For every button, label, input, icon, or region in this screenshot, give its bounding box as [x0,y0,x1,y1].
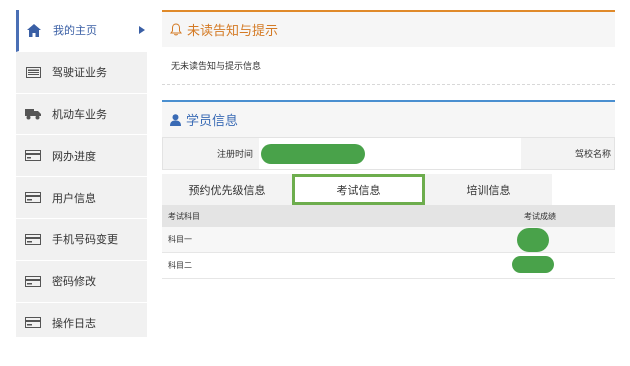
sidebar-item-label: 用户信息 [52,191,96,205]
tab-appointment-priority[interactable]: 预约优先级信息 [162,174,292,205]
notice-header: 未读告知与提示 [162,10,615,47]
sidebar-nav: 我的主页 驾驶证业务 机动车业务 网办进度 用户信息 手机号码变更 密码修改 操… [16,10,147,345]
sidebar-item-label: 密码修改 [52,275,96,289]
redaction-mark [512,256,554,273]
user-icon [170,113,182,126]
home-icon [26,23,42,37]
sidebar-item-log[interactable]: 操作日志 [16,303,147,345]
tab-exam-info[interactable]: 考试信息 [292,174,425,205]
reg-time-label: 注册时间 [163,138,259,169]
card-icon [25,316,41,330]
sidebar-item-label: 网办进度 [52,149,96,163]
caret-right-icon [139,26,145,35]
reg-time-value [259,138,521,169]
progress-card-icon [25,149,41,163]
table-row: 科目二 [162,253,615,279]
card-icon [25,191,41,205]
exam-table: 考试科目 考试成绩 科目一 科目二 [162,205,615,279]
header-score: 考试成绩 [524,211,556,221]
sidebar-item-license[interactable]: 驾驶证业务 [16,52,147,94]
registration-row: 注册时间 驾校名称 [162,137,615,170]
exam-subject: 科目一 [168,235,192,244]
card-icon [25,274,41,288]
student-tabs: 预约优先级信息 考试信息 培训信息 [162,174,615,205]
notice-title: 未读告知与提示 [187,24,279,39]
student-info-panel: 学员信息 注册时间 驾校名称 预约优先级信息 考试信息 培训信息 考试科目 考试… [162,100,615,279]
redaction-mark [517,228,549,252]
sidebar-item-label: 手机号码变更 [52,233,118,247]
id-card-icon [25,65,41,79]
sidebar-item-progress[interactable]: 网办进度 [16,135,147,178]
sidebar-item-label: 我的主页 [53,24,97,38]
sidebar-item-vehicle[interactable]: 机动车业务 [16,94,147,136]
sidebar-item-label: 驾驶证业务 [52,66,107,80]
sidebar-item-label: 机动车业务 [52,107,107,121]
header-subject: 考试科目 [168,211,200,221]
sidebar-item-phone-change[interactable]: 手机号码变更 [16,219,147,261]
sidebar-item-home[interactable]: 我的主页 [16,10,147,52]
student-title: 学员信息 [186,114,239,129]
school-name-label: 驾校名称 [521,138,614,169]
card-icon [25,232,41,246]
truck-icon [25,107,41,121]
bell-icon [170,23,184,37]
sidebar-item-password[interactable]: 密码修改 [16,261,147,303]
student-header: 学员信息 [162,100,615,137]
redaction-mark [261,144,365,164]
sidebar-item-label: 操作日志 [52,316,96,330]
table-header: 考试科目 考试成绩 [162,205,615,227]
tab-training-info[interactable]: 培训信息 [425,174,552,205]
table-row: 科目一 [162,227,615,253]
notice-empty-text: 无未读告知与提示信息 [162,47,615,85]
notice-panel: 未读告知与提示 无未读告知与提示信息 [162,10,615,85]
exam-subject: 科目二 [168,261,192,270]
sidebar-item-user-info[interactable]: 用户信息 [16,177,147,219]
